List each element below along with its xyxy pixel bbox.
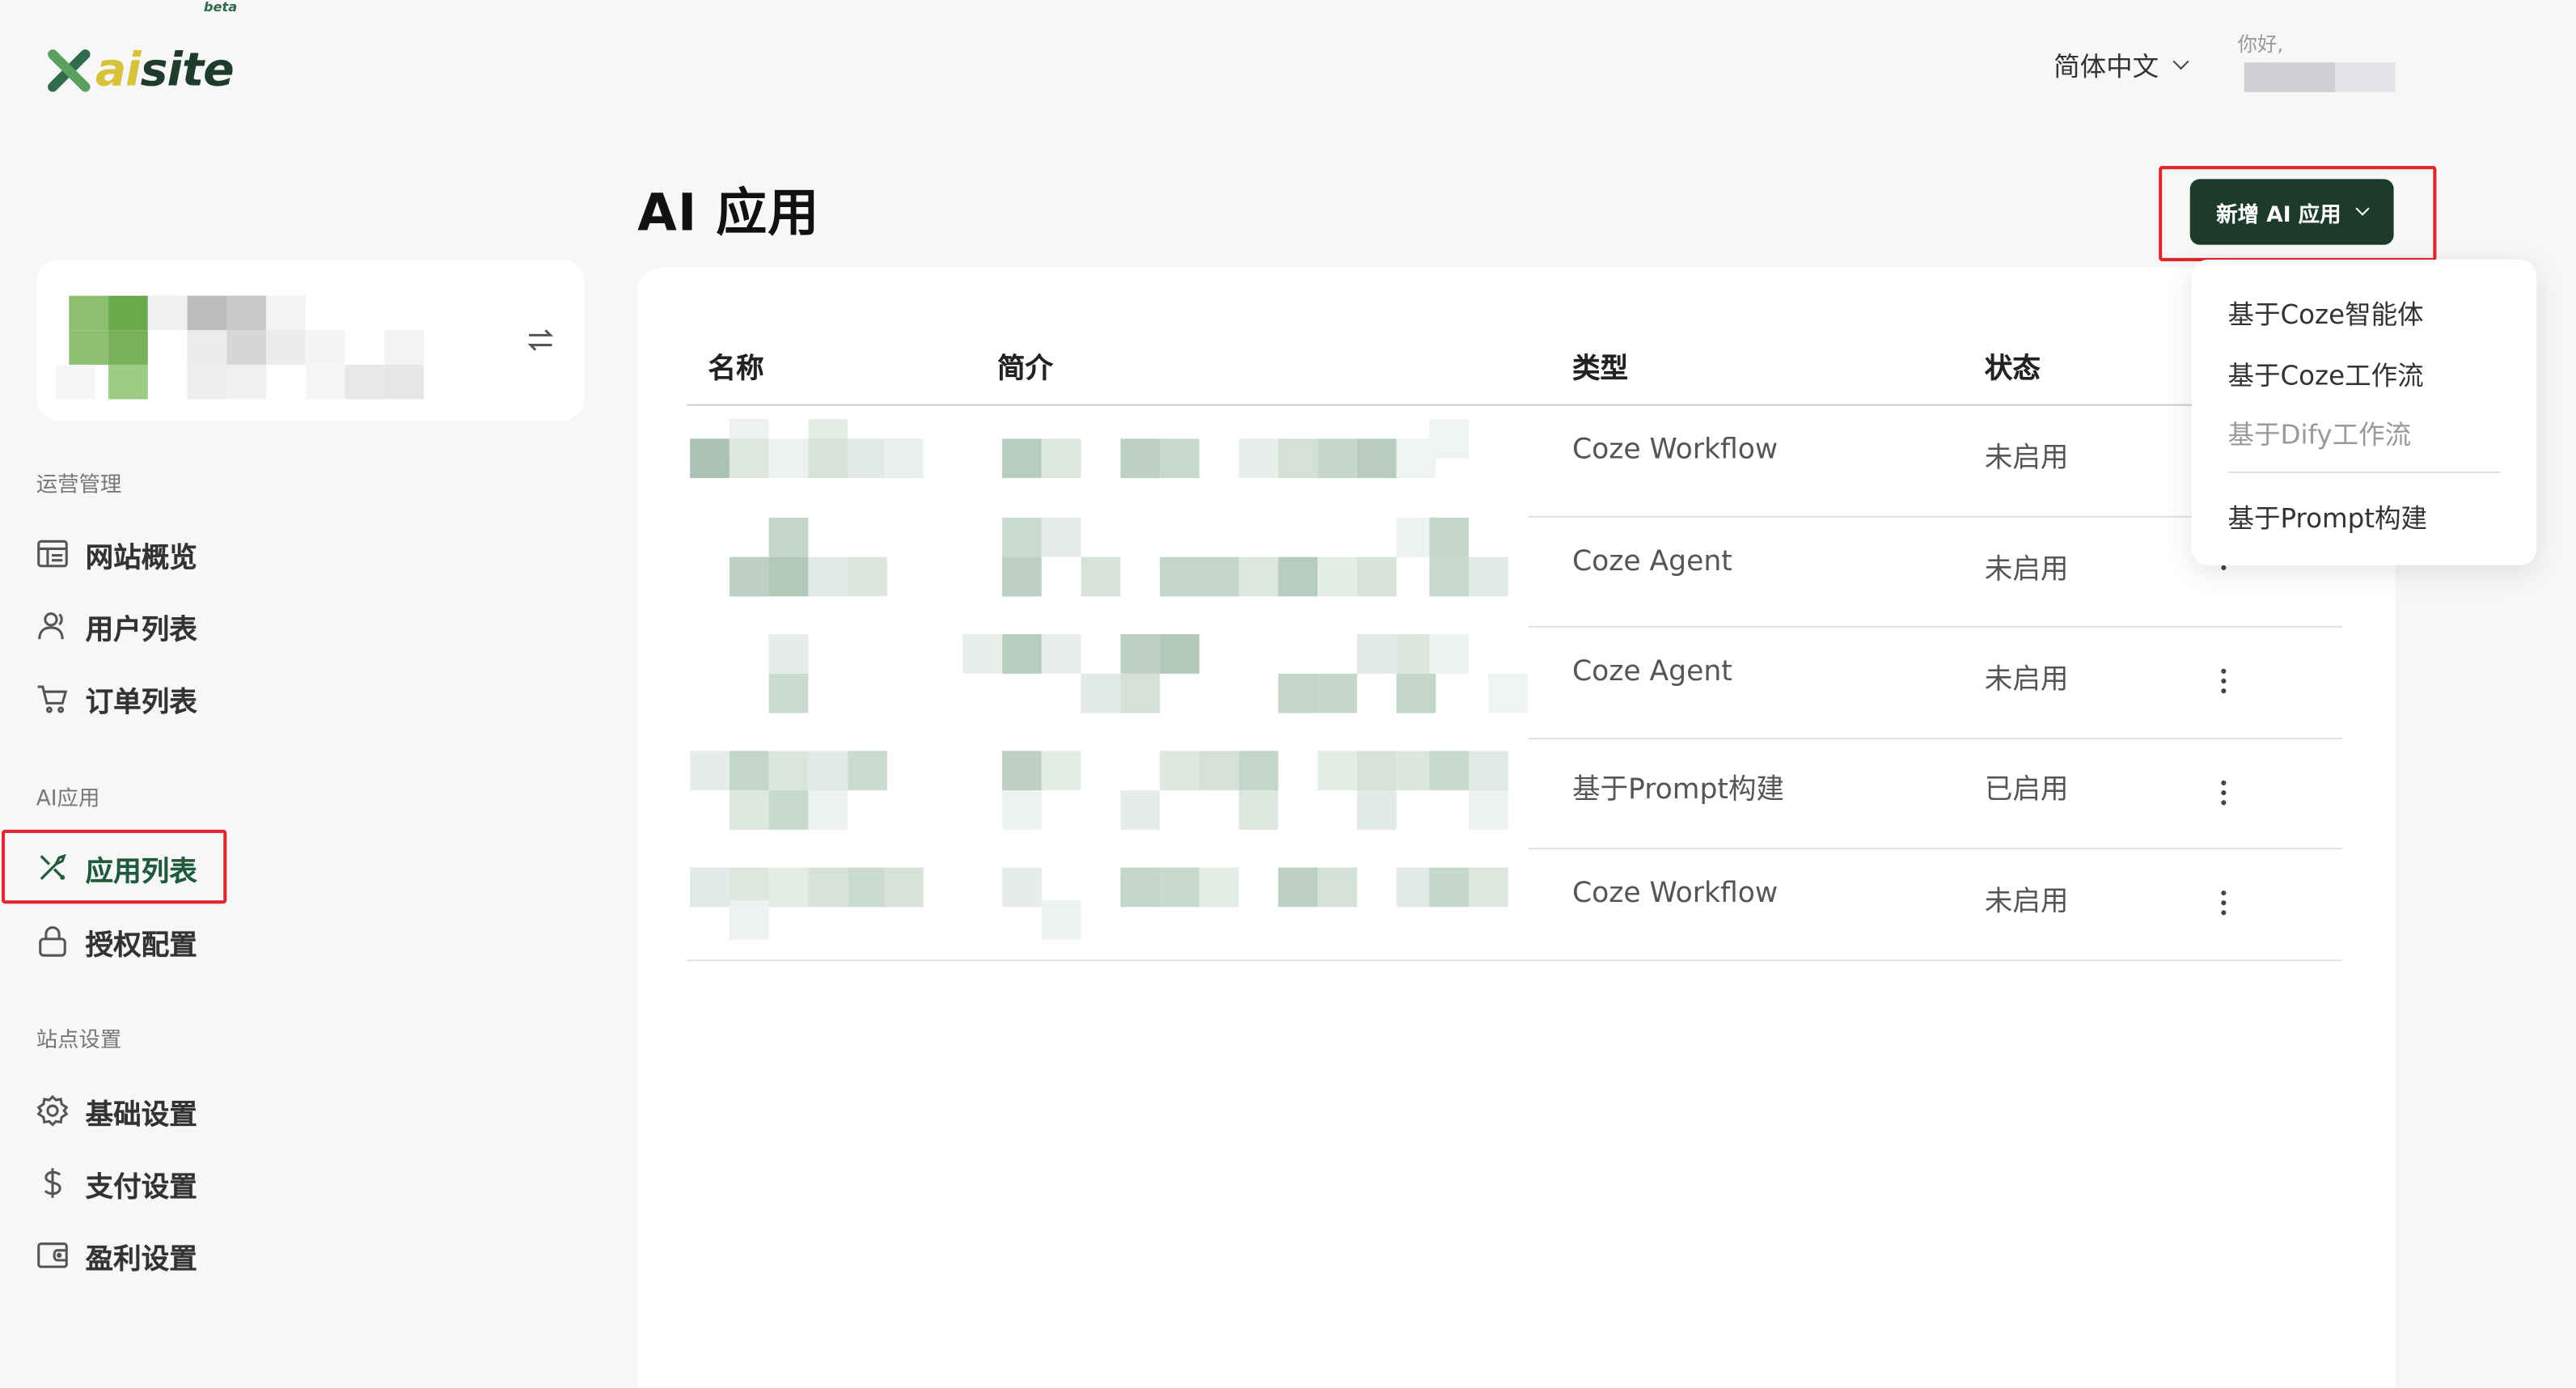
menu-divider: [2227, 471, 2501, 474]
user-name-redacted[interactable]: [2244, 62, 2396, 92]
sidebar-item-users[interactable]: 用户列表: [36, 601, 197, 650]
dollar-icon: [36, 1166, 70, 1200]
menu-item-prompt[interactable]: 基于Prompt构建: [2227, 496, 2427, 535]
menu-item-coze-agent[interactable]: 基于Coze智能体: [2227, 293, 2423, 332]
new-ai-app-button[interactable]: 新增 AI 应用: [2189, 179, 2394, 245]
language-label: 简体中文: [2054, 50, 2159, 83]
logo-ai: ai: [95, 42, 142, 97]
wallet-icon: [36, 1239, 70, 1272]
new-app-dropdown-menu: 基于Coze智能体 基于Coze工作流 基于Dify工作流 基于Prompt构建: [2191, 259, 2537, 565]
cell-type: 基于Prompt构建: [1571, 773, 1784, 807]
cell-type: Coze Agent: [1571, 655, 1732, 689]
cell-status: 未启用: [1984, 885, 2069, 919]
row-divider: [1528, 625, 2343, 628]
menu-item-dify-workflow: 基于Dify工作流: [2227, 418, 2412, 451]
cell-type: Coze Agent: [1571, 545, 1732, 579]
lock-icon: [36, 925, 70, 958]
row-actions-icon[interactable]: [2221, 890, 2227, 920]
sidebar-item-payment-settings[interactable]: 支付设置: [36, 1158, 197, 1208]
app-window: aisite beta 简体中文 你好, 运营管理 网站概览 用户列表 订单列表…: [0, 0, 2576, 1388]
sidebar-item-overview[interactable]: 网站概览: [36, 529, 197, 578]
sidebar-item-label: 应用列表: [85, 855, 197, 888]
redacted-names-descriptions: [674, 418, 1529, 945]
row-divider: [1528, 848, 2343, 850]
section-label-ops: 运营管理: [36, 473, 122, 498]
row-actions-icon[interactable]: [2221, 565, 2227, 595]
cell-status: 未启用: [1984, 663, 2069, 697]
sidebar-item-label: 网站概览: [85, 541, 197, 574]
sidebar-item-label: 授权配置: [85, 929, 197, 963]
chevron-down-icon: [2172, 53, 2189, 70]
sidebar-item-profit-settings[interactable]: 盈利设置: [36, 1230, 197, 1280]
greeting: 你好,: [2237, 32, 2284, 57]
logo-site: site: [140, 42, 235, 97]
column-header-status: 状态: [1984, 353, 2041, 387]
chevron-down-icon: [2355, 201, 2370, 216]
sidebar-item-label: 用户列表: [85, 613, 197, 647]
logo-text: aisite: [95, 42, 235, 97]
column-header-name: 名称: [708, 353, 764, 387]
page-title: AI 应用: [637, 184, 820, 243]
column-header-description: 简介: [996, 353, 1054, 387]
site-thumbnail: [56, 295, 425, 401]
menu-item-coze-workflow[interactable]: 基于Coze工作流: [2227, 353, 2423, 393]
cell-status: 已启用: [1984, 773, 2069, 807]
cell-status: 未启用: [1984, 553, 2069, 587]
users-icon: [36, 610, 70, 643]
sidebar-item-label: 基础设置: [85, 1098, 197, 1132]
section-label-site: 站点设置: [36, 1028, 122, 1054]
new-ai-app-label: 新增 AI 应用: [2216, 202, 2341, 228]
cell-status: 未启用: [1984, 442, 2069, 476]
logo-x-icon: [43, 46, 93, 95]
row-divider: [1528, 738, 2343, 740]
site-switcher-card[interactable]: [36, 259, 586, 421]
sidebar-item-label: 盈利设置: [85, 1242, 197, 1276]
sidebar-item-basic-settings[interactable]: 基础设置: [36, 1086, 197, 1136]
sidebar-item-label: 订单列表: [85, 686, 197, 719]
cell-type: Coze Workflow: [1571, 434, 1779, 467]
dashboard-icon: [36, 537, 70, 570]
table-bottom-divider: [687, 959, 2343, 962]
column-header-type: 类型: [1571, 353, 1629, 387]
sidebar-item-label: 支付设置: [85, 1170, 197, 1204]
sidebar-item-auth[interactable]: 授权配置: [36, 916, 197, 966]
language-select[interactable]: 简体中文: [2054, 44, 2189, 84]
swap-icon[interactable]: [522, 322, 559, 358]
sidebar-item-orders[interactable]: 订单列表: [36, 674, 197, 723]
row-actions-icon[interactable]: [2221, 780, 2227, 810]
sidebar-item-app-list[interactable]: 应用列表: [36, 843, 197, 892]
cart-icon: [36, 682, 70, 715]
beta-badge: beta: [203, 0, 238, 15]
cell-type: Coze Workflow: [1571, 877, 1779, 911]
row-actions-icon[interactable]: [2221, 668, 2227, 699]
section-label-ai: AI应用: [36, 786, 100, 812]
tools-icon: [36, 851, 70, 884]
gear-icon: [36, 1094, 70, 1128]
logo[interactable]: aisite: [43, 23, 235, 97]
header-divider: [687, 404, 2343, 406]
